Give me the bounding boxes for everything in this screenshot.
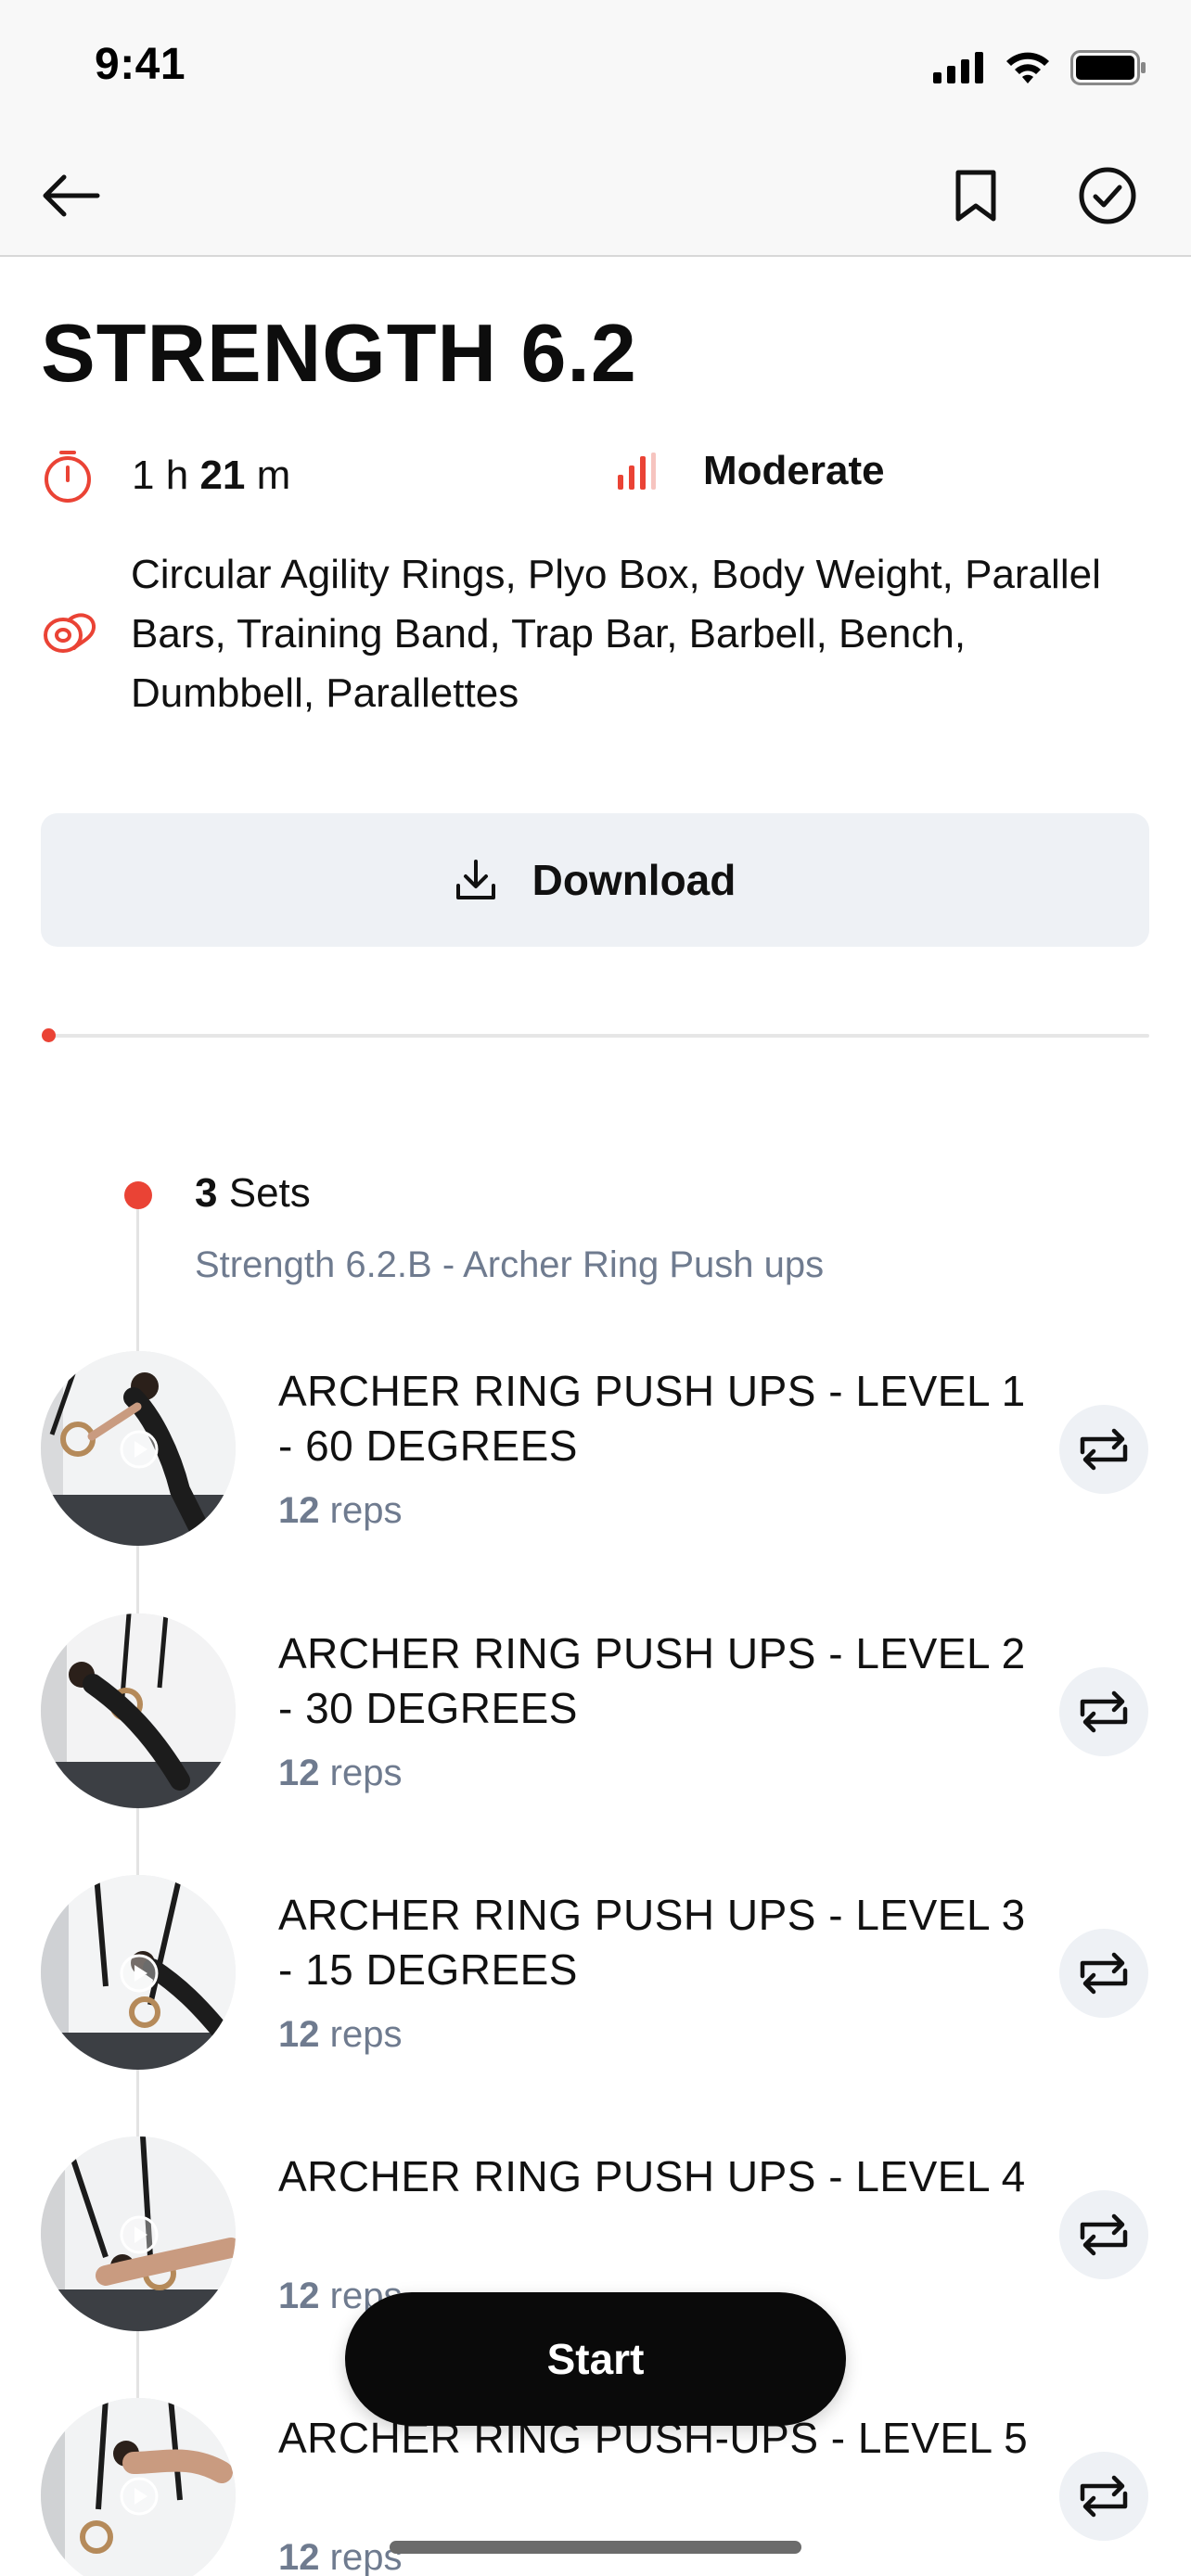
exercise-name: ARCHER RING PUSH UPS - LEVEL 3 - 15 DEGR…	[278, 1891, 1026, 1994]
stopwatch-icon	[45, 451, 91, 503]
workout-progress-track	[45, 1034, 1149, 1038]
section-marker	[124, 1181, 152, 1209]
swap-exercise-button[interactable]	[1059, 2452, 1148, 2541]
exercise-reps: 12 reps	[278, 2014, 402, 2056]
duration-minutes: 21	[199, 453, 246, 498]
download-icon	[455, 860, 495, 899]
exercise-name: ARCHER RING PUSH UPS - LEVEL 4	[278, 2152, 1026, 2200]
start-workout-button[interactable]: Start	[345, 2292, 846, 2426]
play-icon	[120, 1954, 159, 1993]
reps-count: 12	[278, 2014, 320, 2055]
exercise-thumbnail[interactable]	[41, 1351, 236, 1546]
exercise-row[interactable]: ARCHER RING PUSH UPS - LEVEL 3 - 15 DEGR…	[0, 1875, 1191, 2088]
swap-icon	[1080, 1952, 1128, 1995]
exercise-reps: 12 reps	[278, 1753, 402, 1794]
exercise-reps: 12 reps	[278, 1490, 402, 1532]
exercise-row[interactable]: ARCHER RING PUSH UPS - LEVEL 1 - 60 DEGR…	[0, 1351, 1191, 1564]
sets-count: 3	[195, 1170, 218, 1216]
exercise-thumbnail[interactable]	[41, 1875, 236, 2070]
exercise-name: ARCHER RING PUSH UPS - LEVEL 2 - 30 DEGR…	[278, 1629, 1026, 1732]
workout-progress-indicator	[42, 1028, 56, 1042]
status-time: 9:41	[95, 40, 186, 89]
reps-count: 12	[278, 1753, 320, 1793]
swap-exercise-button[interactable]	[1059, 1667, 1148, 1756]
difficulty-bars-icon	[618, 453, 656, 490]
swap-icon	[1080, 2213, 1128, 2256]
reps-label: reps	[329, 2014, 403, 2055]
duration-hours-unit: h	[165, 453, 189, 498]
bookmark-button[interactable]	[942, 162, 1009, 229]
duration-hours: 1	[132, 453, 155, 498]
download-button[interactable]: Download	[41, 813, 1149, 947]
swap-icon	[1080, 1690, 1128, 1733]
home-indicator[interactable]	[390, 2541, 801, 2554]
check-circle-icon	[1079, 167, 1136, 224]
swap-exercise-button[interactable]	[1059, 2190, 1148, 2279]
section-subtitle: Strength 6.2.B - Archer Ring Push ups	[195, 1244, 825, 1285]
play-icon	[120, 2477, 159, 2516]
exercise-thumbnail[interactable]	[41, 1613, 236, 1808]
arrow-left-icon	[43, 174, 100, 217]
swap-icon	[1080, 1428, 1128, 1471]
exercise-name: ARCHER RING PUSH UPS - LEVEL 1 - 60 DEGR…	[278, 1367, 1026, 1470]
play-icon	[120, 2215, 159, 2254]
workout-difficulty: Moderate	[616, 448, 885, 494]
battery-icon	[1070, 50, 1146, 85]
exercise-thumbnail[interactable]	[41, 2398, 236, 2576]
play-icon	[120, 1430, 159, 1469]
back-button[interactable]	[37, 162, 104, 229]
reps-count: 12	[278, 2537, 320, 2576]
workout-title: STRENGTH 6.2	[41, 307, 637, 399]
cellular-signal-icon	[933, 52, 983, 83]
mark-complete-button[interactable]	[1074, 162, 1141, 229]
wifi-icon	[1006, 52, 1049, 83]
equipment-icon	[44, 613, 96, 653]
bookmark-icon	[955, 170, 996, 222]
status-icons	[933, 45, 1146, 91]
reps-count: 12	[278, 2276, 320, 2316]
swap-exercise-button[interactable]	[1059, 1929, 1148, 2018]
exercise-reps: 12 reps	[278, 2537, 402, 2576]
difficulty-label: Moderate	[703, 448, 885, 493]
workout-duration: 1 h 21 m	[41, 448, 290, 504]
exercise-row[interactable]: ARCHER RING PUSH UPS - LEVEL 2 - 30 DEGR…	[0, 1613, 1191, 1827]
duration-minutes-unit: m	[256, 453, 291, 498]
reps-label: reps	[329, 1490, 403, 1531]
swap-exercise-button[interactable]	[1059, 1405, 1148, 1494]
swap-icon	[1080, 2475, 1128, 2518]
sets-label: 3 Sets	[195, 1170, 311, 1217]
exercise-thumbnail[interactable]	[41, 2136, 236, 2331]
sets-word: Sets	[228, 1170, 311, 1216]
nav-bar	[0, 134, 1191, 257]
download-label: Download	[531, 856, 736, 904]
equipment-list: Circular Agility Rings, Plyo Box, Body W…	[131, 552, 1101, 716]
reps-count: 12	[278, 1490, 320, 1531]
status-bar: 9:41	[0, 0, 1191, 134]
reps-label: reps	[329, 1753, 403, 1793]
